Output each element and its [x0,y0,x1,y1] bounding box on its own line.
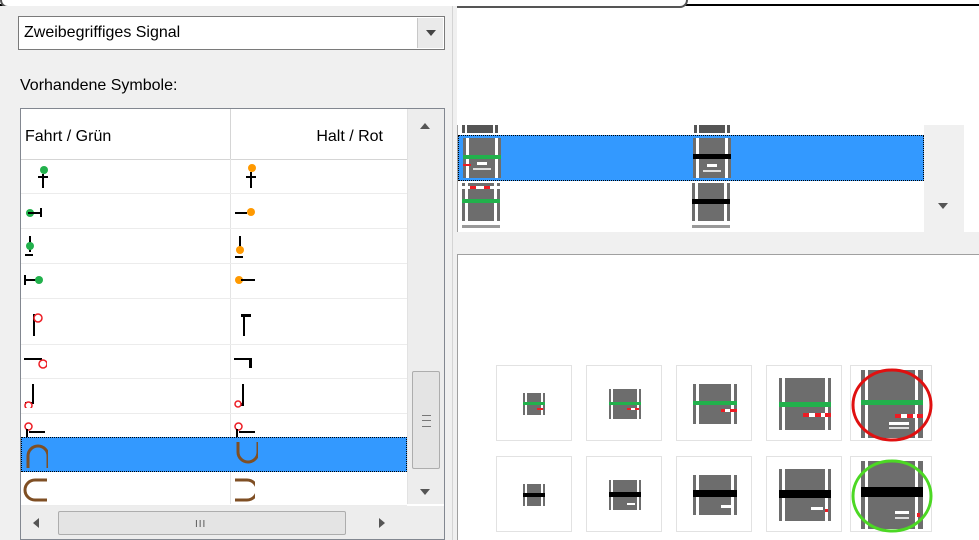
signal-horizontal-green-icon [26,208,42,217]
list-item-selected[interactable] [458,135,924,181]
crossing-halt-icon [779,469,831,521]
scroll-right-icon[interactable] [379,518,385,528]
crossing-green-icon [523,393,545,415]
shunting-low-icon [24,384,34,408]
crossing-top-icon [462,125,498,133]
crossing-green-icon [609,389,641,419]
column-header-fahrt[interactable]: Fahrt / Grün [25,128,111,146]
crossing-green-icon [463,138,501,178]
scrollbar-corner [407,506,444,539]
shunting-low-halt-icon [234,384,244,408]
crossing-green-icon [779,378,831,430]
horizontal-scrollbar[interactable]: III [21,506,407,539]
horizontal-scroll-thumb[interactable]: III [58,511,346,535]
list-item[interactable] [21,380,407,414]
shunting-horizontal-icon [24,358,47,369]
crossing-halt-icon [523,484,545,506]
preview-tile-green-medium[interactable] [586,365,662,441]
signal-rear-orange-icon [235,276,255,284]
preview-tile-halt-xlarge[interactable] [766,456,842,532]
list-item[interactable] [21,195,407,229]
crossing-halt-highlighted-icon [851,459,933,533]
preview-tile-halt-medium[interactable] [586,456,662,532]
preview-tile-green-xxlarge[interactable] [850,365,933,442]
crossing-halt-icon [693,475,737,515]
shunting-signal-icon [33,313,43,336]
list-item[interactable] [21,265,407,299]
signal-mast-orange-icon [246,164,256,188]
crossing-partial-halt-icon [692,225,730,228]
list-item[interactable] [21,472,407,506]
crossing-list[interactable] [457,125,964,232]
vertical-scrollbar[interactable] [407,109,444,504]
dropdown-button[interactable] [417,18,443,48]
crossing-green-icon [693,384,737,424]
list-item[interactable] [458,183,924,225]
crossing-halt-2-icon [692,183,730,221]
crossing-top-halt-icon [694,125,730,133]
list-item[interactable] [458,125,924,133]
list-item-selected[interactable] [21,437,407,472]
preview-tile-green-small[interactable] [496,365,572,441]
preview-tile-halt-small[interactable] [496,456,572,532]
crossing-halt-icon [693,138,731,178]
scroll-down-icon[interactable] [938,203,948,209]
arc-open-left-icon [235,478,255,502]
column-separator[interactable] [230,109,231,159]
scroll-down-icon[interactable] [420,489,430,495]
preview-tile-green-large[interactable] [676,365,752,441]
vertical-scroll-thumb[interactable] [412,371,440,469]
crossing-green-highlighted-icon [851,368,933,442]
preview-tile-halt-large[interactable] [676,456,752,532]
preview-tile-green-xlarge[interactable] [766,365,842,441]
crossing-halt-icon [609,480,641,510]
signal-horizontal-orange-icon [235,208,255,216]
signal-mast-green-low-icon [25,236,34,256]
crossing-partial-icon [462,225,500,228]
arc-open-right-icon [23,478,47,502]
symbol-preview [457,254,979,540]
shunting-signal-halt-icon [241,314,251,336]
symbols-label: Vorhandene Symbole: [20,77,178,94]
list-item[interactable] [458,225,924,232]
signal-type-dropdown[interactable]: Zweibegriffiges Signal [18,16,445,50]
panel-gap [457,232,979,254]
list-item[interactable] [21,160,407,194]
scroll-up-icon[interactable] [420,123,430,129]
grip-icon: III [195,519,207,530]
arc-open-top-icon [236,442,258,464]
list-item[interactable] [21,300,407,345]
crossing-green-red-icon [462,183,500,221]
grip-icon [422,415,431,427]
arc-open-bottom-icon [26,444,48,468]
symbol-list[interactable]: Fahrt / Grün Halt / Rot III [20,108,445,540]
vertical-scrollbar[interactable] [924,125,964,232]
scroll-left-icon[interactable] [33,518,39,528]
list-item[interactable] [21,345,407,379]
preview-tile-halt-xxlarge[interactable] [850,456,933,533]
chevron-down-icon [426,30,436,36]
column-header-halt[interactable]: Halt / Rot [316,128,383,146]
list-header: Fahrt / Grün Halt / Rot [21,109,407,160]
signal-type-value: Zweibegriffiges Signal [24,24,181,41]
signal-mast-green-icon [38,166,48,188]
signal-rear-green-icon [24,275,43,285]
list-item[interactable] [21,230,407,264]
shunting-horizontal-halt-icon [234,358,252,368]
signal-mast-orange-low-icon [235,236,244,258]
